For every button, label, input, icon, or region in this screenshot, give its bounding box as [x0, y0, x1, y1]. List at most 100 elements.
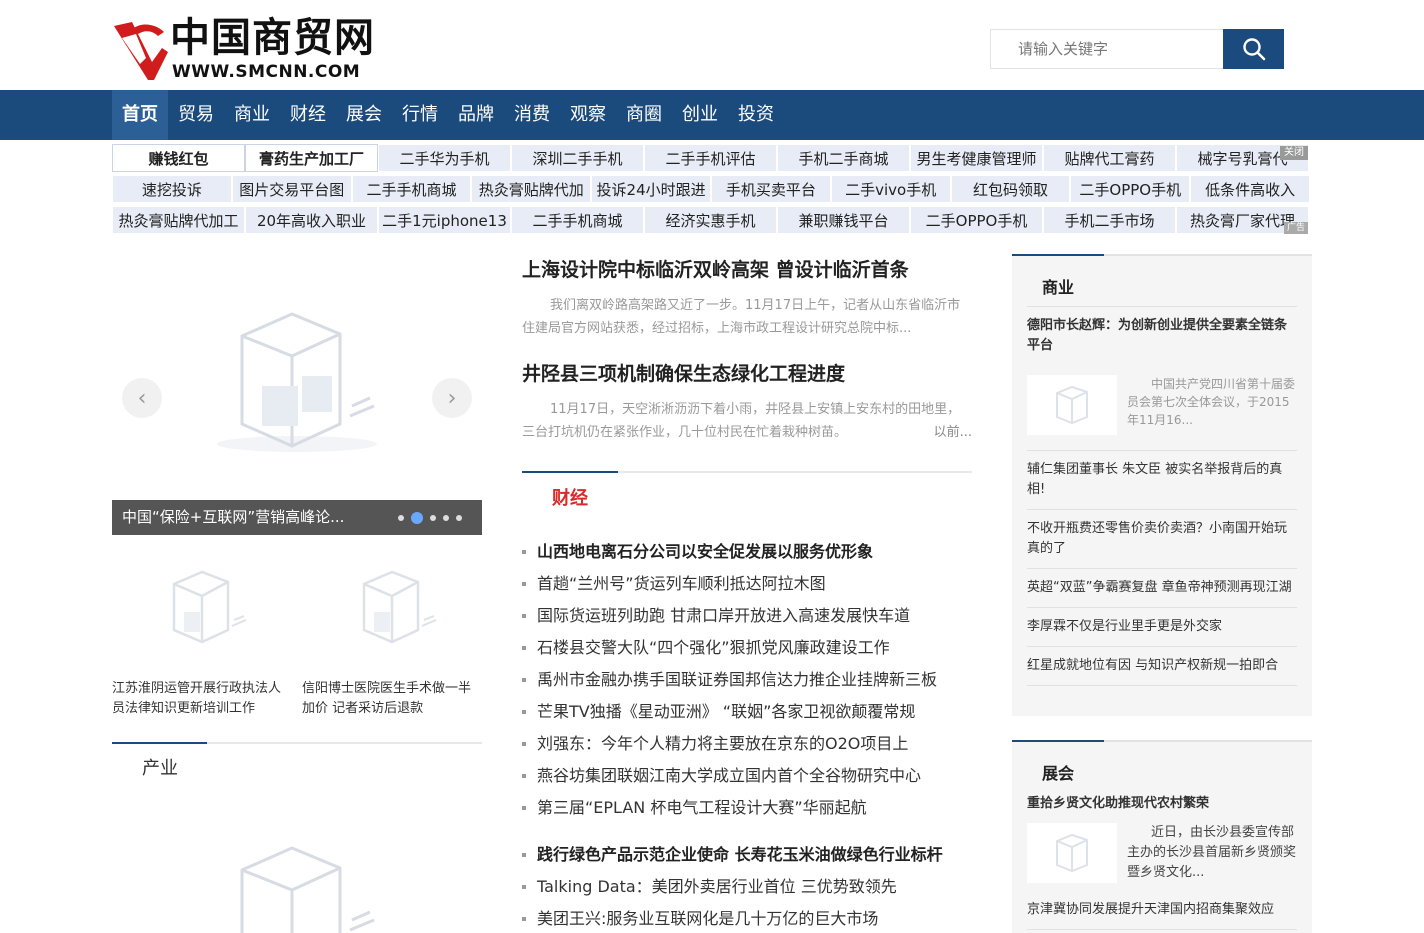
slider-dot[interactable] [411, 511, 423, 524]
nav-item[interactable]: 投资 [728, 90, 784, 140]
list-item[interactable]: 辅仁集团董事长 朱文臣 被实名举报背后的真相! [1027, 451, 1297, 510]
list-item[interactable]: 芒果TV独播《星动亚洲》 “联姻”各家卫视欲颠覆常规 [522, 696, 972, 728]
nav-item[interactable]: 首页 [112, 90, 168, 140]
expo-feature[interactable]: 近日，由长沙县委宣传部主办的长沙县首届新乡贤颁奖暨乡贤文化... [1027, 823, 1297, 891]
commerce-box: 商业 德阳市长赵辉：为创新创业提供全要素全链条平台 中国共产党四川省第十届委员会… [1012, 254, 1312, 716]
nav-item[interactable]: 商业 [224, 90, 280, 140]
keyword-ad-link[interactable]: 男生考健康管理师 [910, 144, 1043, 172]
nav-item[interactable]: 贸易 [168, 90, 224, 140]
slider-dot[interactable] [456, 514, 462, 521]
commerce-feature[interactable]: 中国共产党四川省第十届委员会第七次全体会议，于2015年11月16... [1027, 365, 1297, 451]
top-news-summary: 我们离双岭路高架路又近了一步。11月17日上午，记者从山东省临沂市住建局官方网站… [522, 298, 961, 336]
keyword-ad-link[interactable]: 二手手机商城 [511, 206, 644, 234]
keyword-ad-link[interactable]: 二手华为手机 [378, 144, 511, 172]
slider-dots [398, 500, 462, 535]
expo-feature-text: 近日，由长沙县委宣传部主办的长沙县首届新乡贤颁奖暨乡贤文化... [1127, 825, 1297, 880]
keyword-ad-link[interactable]: 图片交易平台图 [231, 175, 352, 203]
commerce-title[interactable]: 商业 [1012, 256, 1312, 306]
list-item[interactable]: 刘强东：今年个人精力将主要放在京东的O2O项目上 [522, 728, 972, 760]
list-item[interactable]: 李厚霖不仅是行业里手更是外交家 [1027, 608, 1297, 647]
list-item[interactable]: 燕谷坊集团联姻江南大学成立国内首个全谷物研究中心 [522, 760, 972, 792]
finance-section-title[interactable]: 财经 [552, 484, 588, 510]
slider-image-placeholder[interactable] [112, 256, 482, 500]
logo-english-text: WWW.SMCNN.COM [172, 62, 361, 82]
nav-item[interactable]: 品牌 [448, 90, 504, 140]
top-news-title[interactable]: 上海设计院中标临沂双岭高架 曾设计临沂首条 [522, 256, 972, 284]
search-button[interactable] [1223, 29, 1284, 69]
keyword-ad-link[interactable]: 热灸膏贴牌代加工 [112, 206, 245, 234]
slider-caption[interactable]: 中国“保险+互联网”营销高峰论... [112, 500, 482, 535]
list-item[interactable]: 美团王兴:服务业互联网化是几十万亿的巨大市场 [522, 903, 972, 933]
keyword-ad-link[interactable]: 二手手机商城 [351, 175, 472, 203]
chevron-right-icon: › [447, 385, 457, 411]
list-item[interactable]: 禹州市金融办携手国联证券国邦信达力推企业挂牌新三板 [522, 664, 972, 696]
keyword-ad-link[interactable]: 手机二手商城 [777, 144, 910, 172]
keyword-ad-link[interactable]: 红包码领取 [950, 175, 1071, 203]
keyword-ad-link[interactable]: 二手手机评估 [644, 144, 777, 172]
ad-label: 广告 [1283, 222, 1308, 234]
nav-item[interactable]: 消费 [504, 90, 560, 140]
keyword-ad-link[interactable]: 手机二手市场 [1043, 206, 1176, 234]
top-news-title[interactable]: 井陉县三项机制确保生态绿化工程进度 [522, 360, 972, 388]
slider-next-button[interactable]: › [432, 378, 472, 418]
keyword-ad-link[interactable]: 二手OPPO手机 [910, 206, 1043, 234]
thumb-title: 江苏淮阴运管开展行政执法人员法律知识更新培训工作 [112, 681, 282, 716]
slider-dot[interactable] [398, 514, 404, 521]
nav-item[interactable]: 商圈 [616, 90, 672, 140]
finance-section-divider [522, 471, 972, 473]
commerce-lead-link[interactable]: 德阳市长赵辉：为创新创业提供全要素全链条平台 [1027, 307, 1297, 365]
list-item[interactable]: 践行绿色产品示范企业使命 长寿花玉米油做绿色行业标杆 [522, 839, 972, 871]
slider-dot[interactable] [430, 514, 436, 521]
read-more-link[interactable]: 以前... [906, 421, 972, 444]
thumb-news: 江苏淮阴运管开展行政执法人员法律知识更新培训工作 信阳博士医院医生手术做一半加价… [112, 560, 482, 720]
keyword-ad-link[interactable]: 兼职赚钱平台 [777, 206, 910, 234]
keyword-row: 热灸膏贴牌代加工 20年高收入职业 二手1元iphone13 二手手机商城 经济实惠手机… [112, 206, 1310, 237]
nav-item[interactable]: 财经 [280, 90, 336, 140]
nav-item[interactable]: 观察 [560, 90, 616, 140]
nav-item[interactable]: 行情 [392, 90, 448, 140]
ad-close-button[interactable]: 关闭 [1280, 146, 1308, 160]
list-item[interactable]: 首趟“兰州号”货运列车顺利抵达阿拉木图 [522, 568, 972, 600]
expo-lead-link[interactable]: 重拾乡贤文化助推现代农村繁荣 [1027, 792, 1297, 823]
nav-item[interactable]: 创业 [672, 90, 728, 140]
list-item[interactable]: 第三届“EPLAN 杯电气工程设计大赛”华丽起航 [522, 792, 972, 824]
keyword-ad-link[interactable]: 二手OPPO手机 [1070, 175, 1191, 203]
image-placeholder-icon [1027, 375, 1117, 435]
keyword-ad-link[interactable]: 贴牌代工膏药 [1043, 144, 1176, 172]
expo-title[interactable]: 展会 [1012, 742, 1312, 792]
industry-section-title[interactable]: 产业 [142, 754, 178, 780]
logo-chinese-text: 中国商贸网 [170, 15, 375, 61]
logo-mark-icon [114, 22, 168, 80]
list-item[interactable]: 石楼县交警大队“四个强化”狠抓党风廉政建设工作 [522, 632, 972, 664]
keyword-ad-link[interactable]: 速挖投诉 [112, 175, 232, 203]
keyword-ad-link[interactable]: 二手1元iphone13 [378, 206, 511, 234]
search-input[interactable] [991, 30, 1223, 68]
keyword-ad-link[interactable]: 低条件高收入 [1190, 175, 1310, 203]
list-item[interactable]: Talking Data：美团外卖居行业首位 三优势致领先 [522, 871, 972, 903]
nav-item[interactable]: 展会 [336, 90, 392, 140]
list-item[interactable]: 国际货运班列助跑 甘肃口岸开放进入高速发展快车道 [522, 600, 972, 632]
list-item[interactable]: 英超“双蓝”争霸赛复盘 章鱼帝神预测再现江湖 [1027, 569, 1297, 608]
slider-dot[interactable] [443, 514, 449, 521]
keyword-ad-link[interactable]: 赚钱红包 [112, 144, 245, 172]
keyword-ad-link[interactable]: 经济实惠手机 [644, 206, 777, 234]
keyword-ad-link[interactable]: 深圳二手手机 [511, 144, 644, 172]
site-header: 中国商贸网 WWW.SMCNN.COM [0, 0, 1424, 90]
slider-prev-button[interactable]: ‹ [122, 378, 162, 418]
keyword-ad-link[interactable]: 二手vivo手机 [830, 175, 951, 203]
site-logo[interactable]: 中国商贸网 WWW.SMCNN.COM [112, 14, 392, 84]
thumb-item[interactable]: 信阳博士医院医生手术做一半加价 记者采访后退款 [302, 560, 482, 719]
keyword-ad-link[interactable]: 20年高收入职业 [245, 206, 378, 234]
list-item[interactable]: 不收开瓶费还零售价卖价卖酒？小南国开始玩真的了 [1027, 510, 1297, 569]
image-placeholder-icon [240, 846, 375, 933]
list-item[interactable]: 京津冀协同发展提升天津国内招商集聚效应 [1027, 891, 1297, 930]
keyword-ad-link[interactable]: 膏药生产加工厂 [245, 144, 378, 172]
keyword-ad-link[interactable]: 热灸膏贴牌代加 [471, 175, 592, 203]
keyword-ad-link[interactable]: 投诉24小时跟进 [591, 175, 711, 203]
thumb-item[interactable]: 江苏淮阴运管开展行政执法人员法律知识更新培训工作 [112, 560, 292, 719]
list-item[interactable]: 山西地电离石分公司以安全促发展以服务优形象 [522, 536, 972, 568]
top-news-item: 上海设计院中标临沂双岭高架 曾设计临沂首条 我们离双岭路高架路又近了一步。11月… [522, 256, 972, 340]
keyword-ad-link[interactable]: 手机买卖平台 [710, 175, 831, 203]
image-placeholder-icon [172, 570, 247, 644]
list-item[interactable]: 红星成就地位有因 与知识产权新规一拍即合 [1027, 647, 1297, 686]
